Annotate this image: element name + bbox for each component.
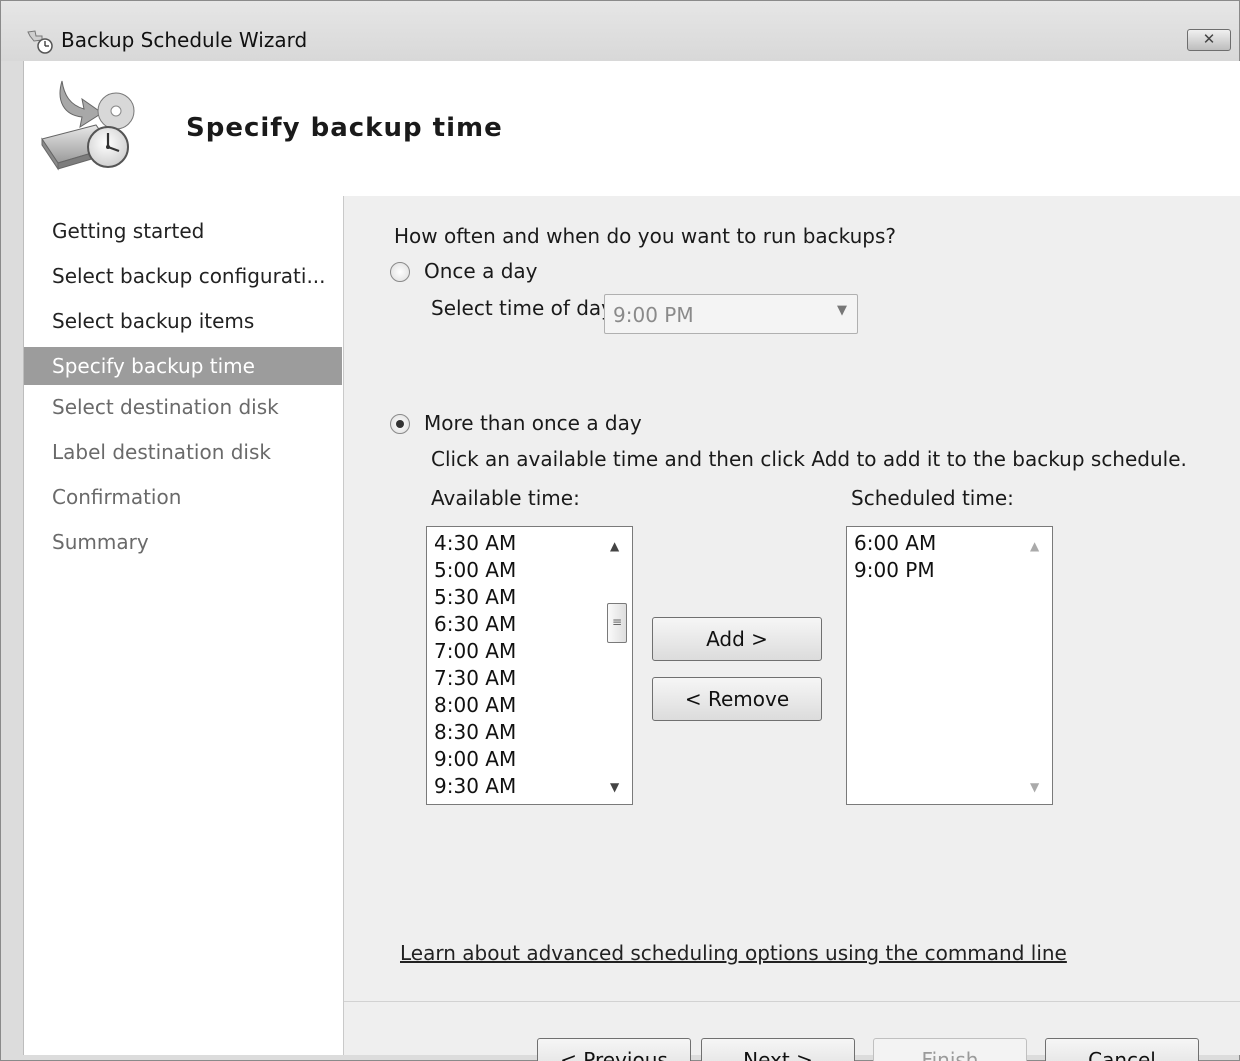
close-button[interactable]: ✕ [1187,29,1231,51]
window-title: Backup Schedule Wizard [61,28,308,52]
scheduled-time-item[interactable]: 6:00 AM [854,531,936,558]
title-bar: Backup Schedule Wizard ✕ [1,1,1239,61]
nav-step-select-backup-configuration: Select backup configurati... [52,264,326,288]
wizard-steps-nav: Getting started Select backup configurat… [24,196,343,1055]
scheduled-time-item[interactable]: 9:00 PM [854,558,935,585]
available-time-item[interactable]: 9:30 AM [434,774,516,801]
nav-step-specify-backup-time: Specify backup time [24,347,342,385]
available-time-item[interactable]: 8:00 AM [434,693,516,720]
finish-button: Finish [873,1038,1027,1061]
available-time-item[interactable]: 4:30 AM [434,531,516,558]
select-time-label: Select time of day: [431,296,619,320]
available-time-item[interactable]: 6:30 AM [434,612,516,639]
available-time-list[interactable]: 4:30 AM 5:00 AM 5:30 AM 6:30 AM 7:00 AM … [426,526,633,805]
backup-disk-clock-icon [41,80,135,171]
chevron-down-icon: ▼ [837,303,847,318]
backup-clock-icon [27,30,53,54]
available-time-label: Available time: [431,486,580,510]
nav-step-confirmation: Confirmation [52,485,182,509]
nav-step-select-destination-disk: Select destination disk [52,395,279,419]
scheduled-time-scrollbar: ▲ ▼ [1022,527,1052,804]
scroll-up-arrow-icon: ▲ [1030,539,1040,553]
available-time-item[interactable]: 5:00 AM [434,558,516,585]
available-time-scrollbar[interactable]: ▲ ≡ ▼ [602,527,632,804]
nav-step-summary: Summary [52,530,149,554]
next-button[interactable]: Next > [701,1038,855,1061]
available-time-item[interactable]: 5:30 AM [434,585,516,612]
available-time-item[interactable]: 7:00 AM [434,639,516,666]
time-of-day-value: 9:00 PM [613,303,694,327]
nav-step-select-backup-items: Select backup items [52,309,255,333]
scroll-down-arrow-icon: ▼ [1030,780,1040,794]
scroll-up-arrow-icon[interactable]: ▲ [610,539,619,553]
instructions-text: Click an available time and then click A… [431,447,1187,471]
nav-step-getting-started: Getting started [52,219,205,243]
advanced-scheduling-link[interactable]: Learn about advanced scheduling options … [400,941,1067,965]
nav-step-label-destination-disk: Label destination disk [52,440,271,464]
question-label: How often and when do you want to run ba… [394,224,897,248]
remove-button[interactable]: < Remove [652,677,822,721]
available-time-item[interactable]: 7:30 AM [434,666,516,693]
scheduled-time-label: Scheduled time: [851,486,1014,510]
add-button[interactable]: Add > [652,617,822,661]
cancel-button[interactable]: Cancel [1045,1038,1199,1061]
time-of-day-dropdown[interactable]: 9:00 PM ▼ [604,294,858,334]
page-title: Specify backup time [186,113,503,143]
wizard-header: Specify backup time [24,61,1240,196]
scroll-thumb[interactable]: ≡ [607,603,627,643]
previous-button[interactable]: < Previous [537,1038,691,1061]
once-a-day-radio[interactable] [390,262,410,282]
more-than-once-radio[interactable] [390,414,410,434]
scheduled-time-list[interactable]: 6:00 AM 9:00 PM ▲ ▼ [846,526,1053,805]
wizard-window: Backup Schedule Wizard ✕ Specify backup … [0,0,1240,1061]
footer-divider [344,1001,1240,1002]
more-than-once-label[interactable]: More than once a day [424,411,642,435]
once-a-day-label[interactable]: Once a day [424,259,537,283]
wizard-content: Specify backup time Getting started Sele… [23,61,1240,1061]
scroll-down-arrow-icon[interactable]: ▼ [610,780,619,794]
available-time-item[interactable]: 8:30 AM [434,720,516,747]
main-panel: How often and when do you want to run ba… [344,196,1240,1061]
available-time-item[interactable]: 9:00 AM [434,747,516,774]
